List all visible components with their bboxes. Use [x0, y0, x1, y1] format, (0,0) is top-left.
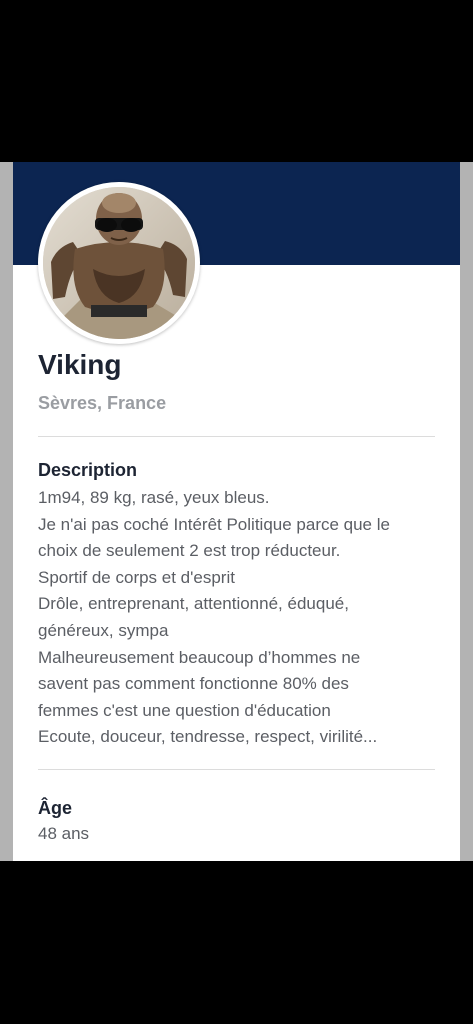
description-line: Ecoute, douceur, tendresse, respect, vir…: [38, 727, 378, 747]
description-line: Drôle, entreprenant, attentionné, éduqué…: [38, 594, 349, 614]
profile-name: Viking: [38, 349, 122, 380]
description-line: savent pas comment fonctionne 80% des: [38, 674, 349, 694]
description-title: Description: [38, 460, 138, 480]
age-title: Âge: [38, 798, 73, 818]
description-line: choix de seulement 2 est trop réducteur.: [38, 541, 341, 561]
description-line: Malheureusement beaucoup d’hommes ne: [38, 647, 361, 667]
profile-photo-illustration: [43, 187, 195, 339]
divider: [38, 436, 435, 437]
profile-photo: [43, 187, 195, 339]
avatar[interactable]: [38, 182, 200, 344]
divider: [38, 769, 435, 770]
profile-location: Sèvres, France: [38, 393, 167, 413]
screen: Viking Sèvres, France Description 1m94, …: [0, 0, 473, 1024]
description-line: Sportif de corps et d'esprit: [38, 567, 235, 587]
profile-card: Viking Sèvres, France Description 1m94, …: [13, 162, 460, 861]
description-text: 1m94, 89 kg, rasé, yeux bleus. Je n'ai p…: [38, 485, 438, 751]
description-line: généreux, sympa: [38, 620, 169, 640]
description-line: Je n'ai pas coché Intérêt Politique parc…: [38, 514, 390, 534]
age-value: 48 ans: [38, 824, 90, 843]
description-line: 1m94, 89 kg, rasé, yeux bleus.: [38, 488, 270, 507]
description-line: femmes c'est une question d'éducation: [38, 700, 331, 720]
